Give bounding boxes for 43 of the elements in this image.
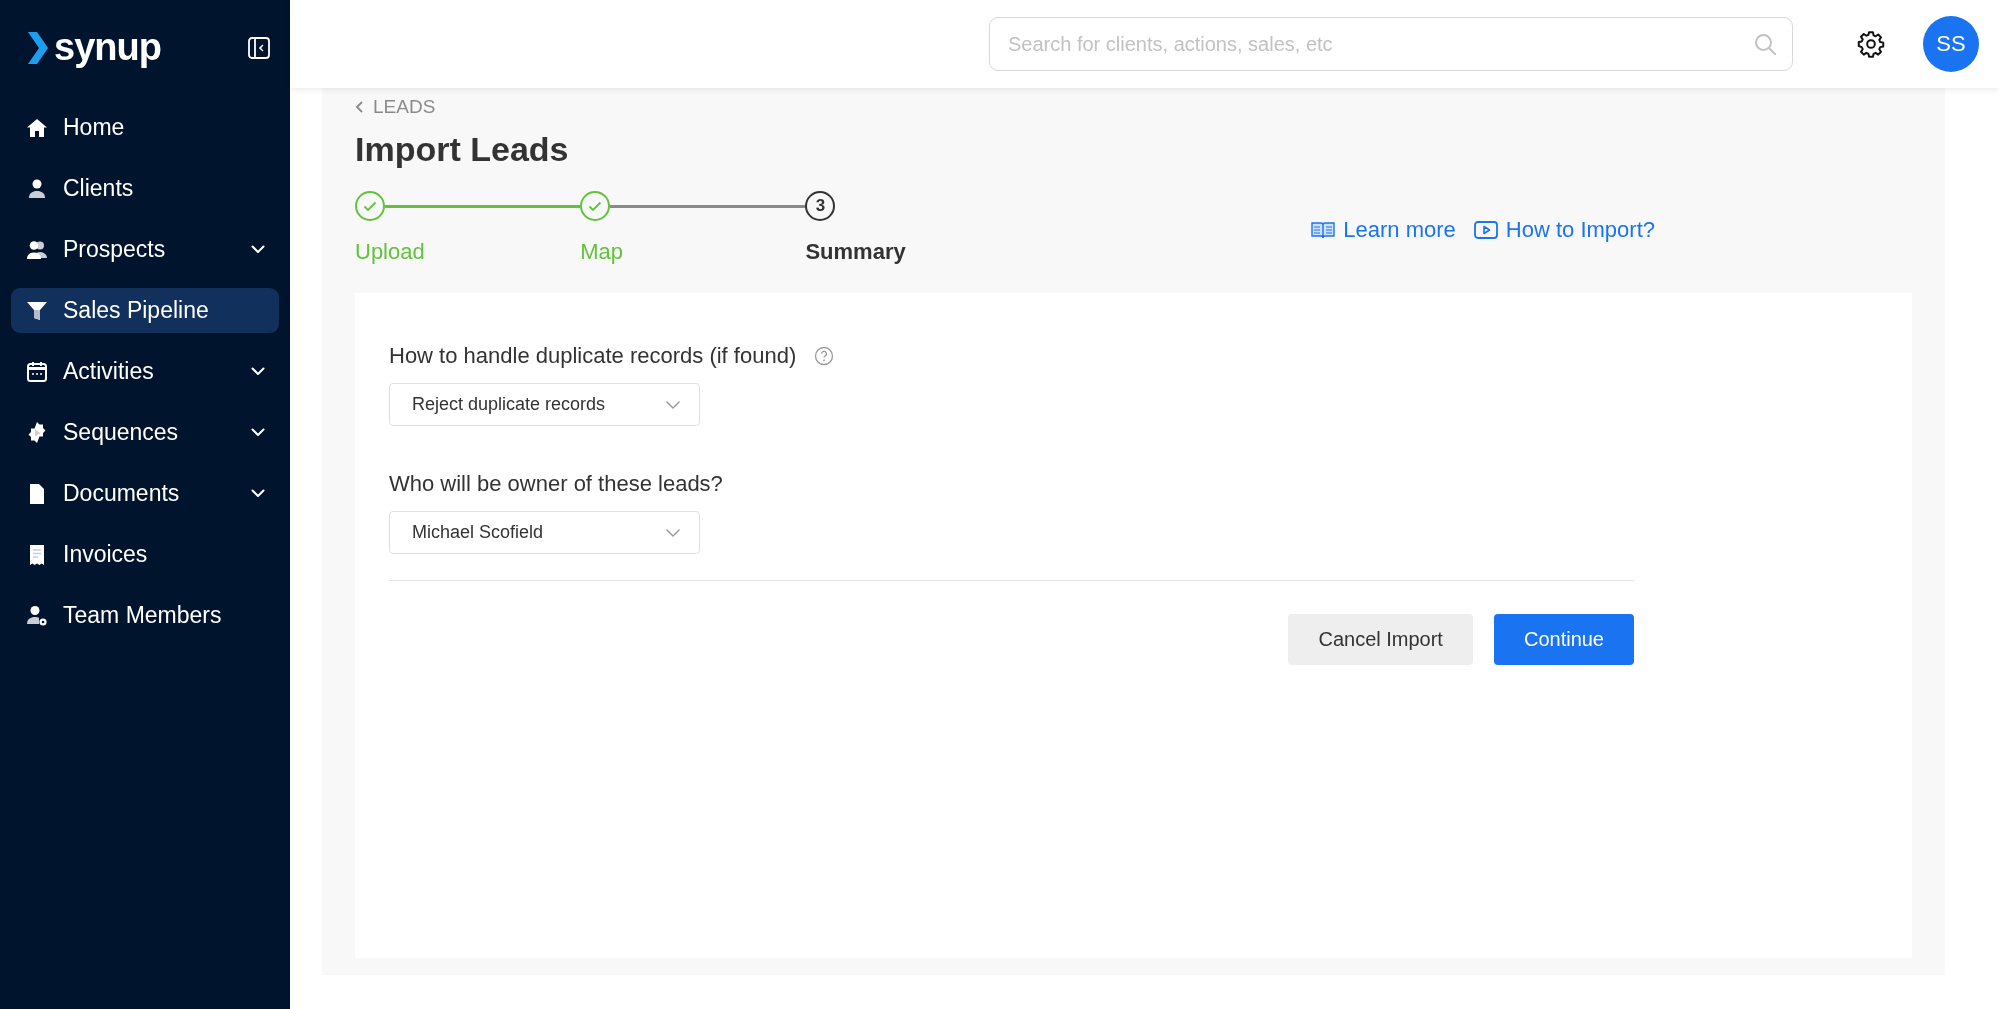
check-icon — [588, 200, 603, 212]
chevron-down-icon — [251, 428, 265, 437]
cancel-button[interactable]: Cancel Import — [1288, 614, 1473, 665]
chevron-down-icon — [665, 399, 681, 410]
help-icon[interactable] — [814, 346, 835, 366]
play-icon — [1473, 220, 1498, 240]
step-indicator: 3 — [805, 191, 836, 221]
settings-icon[interactable] — [1857, 30, 1885, 58]
book-icon — [1311, 220, 1336, 240]
sidebar-toggle-icon[interactable] — [248, 36, 270, 59]
chevron-down-icon — [665, 527, 681, 538]
person-gear-icon — [25, 603, 49, 628]
logo-text: synup — [54, 26, 161, 69]
dropdown[interactable]: Reject duplicate records — [389, 383, 700, 426]
sidebar-item[interactable]: Activities — [11, 349, 279, 394]
check-icon — [363, 200, 377, 212]
help-link[interactable]: How to Import? — [1473, 217, 1655, 243]
sidebar-item[interactable]: Home — [11, 105, 279, 150]
step-label: Summary — [805, 239, 907, 265]
help-link[interactable]: Learn more — [1311, 217, 1456, 243]
chevron-down-icon — [251, 367, 265, 376]
sidebar-item[interactable]: Invoices — [11, 532, 279, 577]
sidebar-item[interactable]: Sales Pipeline — [11, 288, 279, 333]
search-field[interactable]: Search for clients, actions, sales, etc — [989, 17, 1793, 71]
dropdown[interactable]: Michael Scofield — [389, 511, 700, 554]
page-title: Import Leads — [355, 130, 570, 169]
step-label: Upload — [355, 239, 426, 265]
search-icon — [1753, 32, 1777, 56]
sidebar-item[interactable]: Team Members — [11, 593, 279, 638]
logo-icon — [28, 31, 48, 64]
continue-button[interactable]: Continue — [1493, 614, 1634, 665]
sidebar-item[interactable]: Documents — [11, 471, 279, 516]
sidebar-item[interactable]: Prospects — [11, 227, 279, 272]
sidebar-item[interactable]: Sequences — [11, 410, 279, 455]
field-label: How to handle duplicate records (if found) — [389, 343, 797, 369]
chevron-down-icon — [251, 489, 265, 498]
calendar-icon — [25, 359, 49, 384]
chevron-down-icon — [251, 245, 265, 254]
user-avatar[interactable]: SS — [1923, 16, 1979, 72]
step-label: Map — [580, 239, 624, 265]
sidebar-item[interactable]: Clients — [11, 166, 279, 211]
field-label: Who will be owner of these leads? — [389, 471, 723, 497]
chevron-left-icon — [355, 100, 365, 114]
